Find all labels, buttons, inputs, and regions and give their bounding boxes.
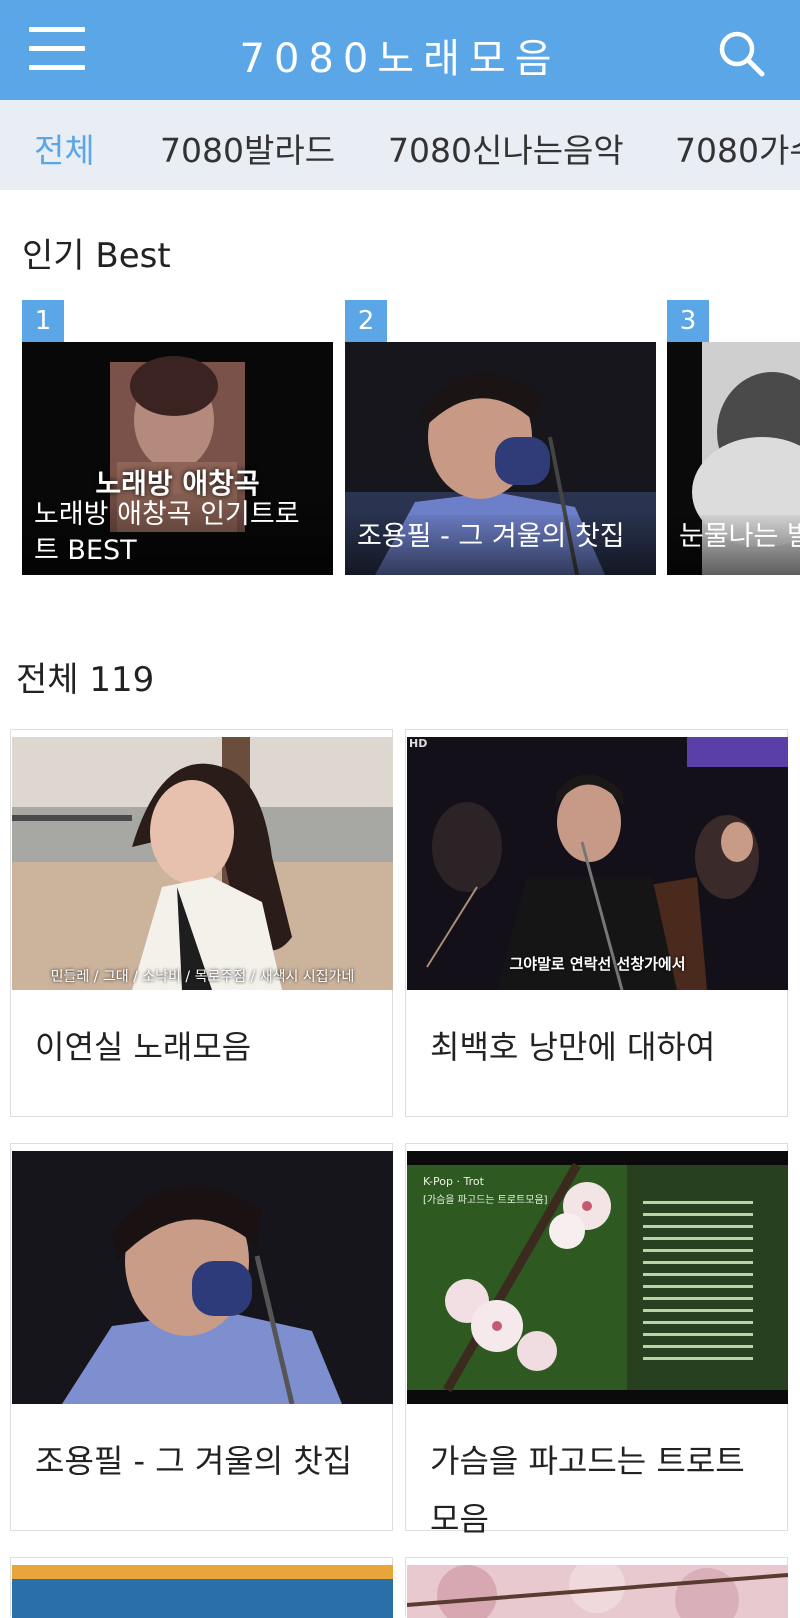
video-thumbnail	[12, 1151, 393, 1404]
app-title: 7080노래모음	[239, 36, 561, 82]
video-thumbnail: K-Pop · Trot [가슴을 파고드는 트로트모음]	[407, 1151, 788, 1404]
popular-item-title: 조용필 - 그 겨울의 찻집	[345, 515, 656, 575]
song-card-title: 이연실 노래모음	[35, 1028, 252, 1066]
rank-badge: 1	[22, 300, 64, 342]
tab-all[interactable]: 전체	[34, 124, 95, 172]
song-card[interactable]: K-Pop · Trot [가슴을 파고드는 트로트모음] 가슴을 파고드는 트…	[405, 1143, 788, 1538]
app-bar: 7080노래모음	[0, 0, 800, 100]
popular-item-title: 눈물나는 발	[667, 515, 800, 575]
hd-badge: HD	[409, 737, 428, 750]
song-card[interactable]	[10, 1557, 393, 1618]
video-thumbnail: 민들레 / 그대 / 소낙비 / 목로주점 / 새색시 시집가네	[12, 737, 393, 990]
thumbnail-subcaption: [가슴을 파고드는 트로트모음]	[423, 1195, 548, 1206]
popular-item[interactable]: 1 노래방 애창곡 노래방 애창곡 인기트로트 BEST	[22, 300, 333, 575]
song-card[interactable]: 조용필 - 그 겨울의 찻집	[10, 1143, 393, 1531]
thumbnail-caption: 민들레 / 그대 / 소낙비 / 목로주점 / 새색시 시집가네	[50, 969, 355, 985]
popular-carousel: 1 노래방 애창곡 노래방 애창곡 인기트로트 BEST 2 조용필 - 그 겨…	[0, 300, 800, 580]
song-card[interactable]: HD 그야말로 연락선 선창가에서 최백호 낭만에 대하여	[405, 729, 788, 1117]
song-card-title: 가슴을 파고드는 트로트 모음	[430, 1442, 745, 1538]
tab-7080-upbeat[interactable]: 7080신나는음악	[388, 124, 624, 172]
search-icon[interactable]	[716, 28, 768, 80]
video-thumbnail: 눈물나는 발	[667, 342, 800, 575]
video-thumbnail: 노래방 애창곡 노래방 애창곡 인기트로트 BEST	[22, 342, 333, 575]
video-thumbnail: HD 그야말로 연락선 선창가에서	[407, 737, 788, 990]
all-section-title: 전체 119	[16, 660, 155, 700]
video-thumbnail: 조용필 - 그 겨울의 찻집	[345, 342, 656, 575]
tab-7080-ballad[interactable]: 7080발라드	[160, 124, 335, 172]
popular-section-title: 인기 Best	[22, 236, 171, 276]
popular-item-title: 노래방 애창곡 인기트로트 BEST	[22, 493, 333, 575]
song-card-title: 최백호 낭만에 대하여	[430, 1028, 716, 1066]
song-card-title: 조용필 - 그 겨울의 찻집	[35, 1442, 353, 1480]
popular-item[interactable]: 3 눈물나는 발	[667, 300, 800, 575]
video-thumbnail	[407, 1565, 788, 1618]
thumbnail-caption: 그야말로 연락선 선창가에서	[509, 955, 686, 973]
rank-badge: 2	[345, 300, 387, 342]
video-thumbnail	[12, 1565, 393, 1618]
thumbnail-caption: K-Pop · Trot	[423, 1175, 484, 1188]
category-tabs: 전체 7080발라드 7080신나는음악 7080가수	[0, 100, 800, 190]
tab-7080-singers[interactable]: 7080가수	[675, 124, 800, 172]
song-card[interactable]	[405, 1557, 788, 1618]
popular-item[interactable]: 2 조용필 - 그 겨울의 찻집	[345, 300, 656, 575]
song-card[interactable]: 민들레 / 그대 / 소낙비 / 목로주점 / 새색시 시집가네 이연실 노래모…	[10, 729, 393, 1117]
rank-badge: 3	[667, 300, 709, 342]
